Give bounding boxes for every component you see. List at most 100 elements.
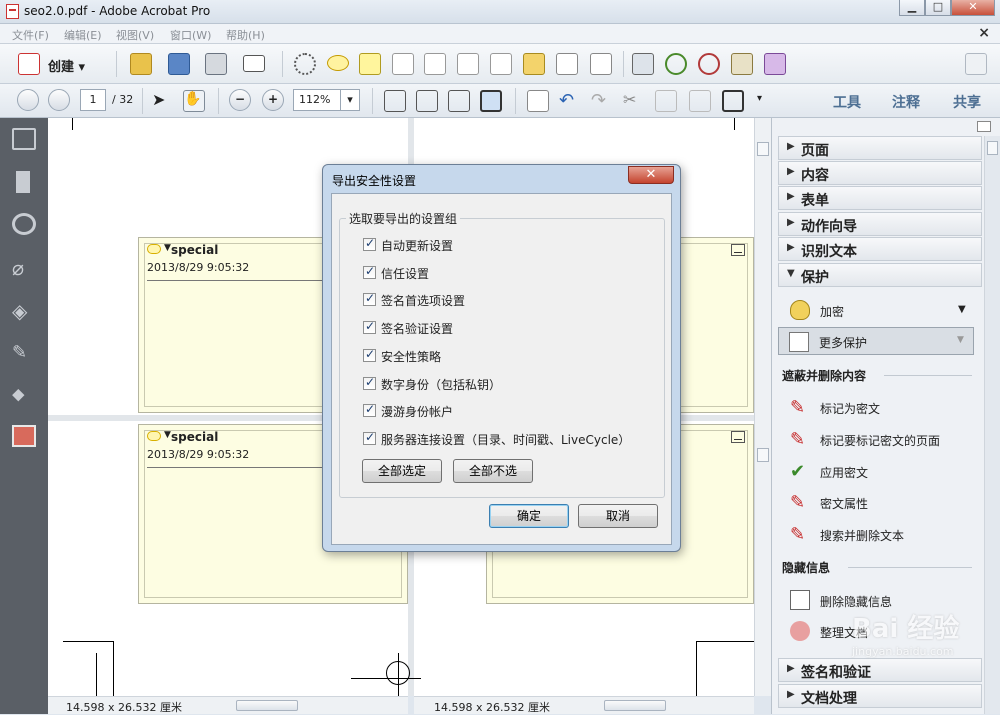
- two-up-icon[interactable]: [448, 90, 470, 112]
- section-recognize-text[interactable]: ▶ 识别文本: [778, 237, 982, 261]
- scroll-thumb[interactable]: [757, 448, 769, 462]
- scroll-thumb[interactable]: [604, 700, 666, 711]
- typewriter-icon[interactable]: [527, 90, 549, 112]
- page-number-input[interactable]: 1: [80, 89, 106, 111]
- tags-icon[interactable]: ⬥: [12, 384, 36, 406]
- signatures-icon[interactable]: [12, 213, 36, 235]
- email-icon[interactable]: [243, 55, 265, 72]
- toolbar-separator: [623, 51, 624, 77]
- checkbox-icon: [363, 375, 376, 390]
- edit-icon[interactable]: ✎: [12, 342, 36, 364]
- security-document-icon[interactable]: [12, 425, 36, 447]
- more-protection-item[interactable]: 更多保护 ▼: [778, 327, 974, 355]
- undo-icon[interactable]: ↶: [559, 90, 581, 112]
- section-document-processing[interactable]: ▶ 文档处理: [778, 684, 982, 708]
- form-field-icon[interactable]: [632, 53, 654, 75]
- cancel-button[interactable]: 取消: [578, 504, 658, 528]
- menu-help[interactable]: 帮助(H): [226, 27, 265, 43]
- split-icon[interactable]: [556, 53, 578, 75]
- redact-group-title: 遮蔽并删除内容: [782, 369, 867, 383]
- print-icon[interactable]: [205, 53, 227, 75]
- panel-menu-icon[interactable]: [977, 121, 991, 132]
- cut-icon[interactable]: ✂: [623, 90, 645, 112]
- toolbar-overflow-icon[interactable]: ▾: [757, 93, 762, 104]
- maximize-button[interactable]: □: [925, 0, 951, 16]
- snapshot-icon[interactable]: [722, 90, 744, 112]
- minimize-note-icon[interactable]: [731, 431, 745, 443]
- group-divider: [884, 375, 972, 376]
- remove-hidden-icon: [790, 590, 810, 610]
- scroll-thumb[interactable]: [757, 142, 769, 156]
- vertical-scrollbar[interactable]: [754, 118, 771, 696]
- insert-page-icon[interactable]: [424, 53, 446, 75]
- scroll-thumb[interactable]: [987, 141, 998, 155]
- horizontal-scrollbar[interactable]: 14.598 x 26.532 厘米: [48, 696, 408, 714]
- minimize-button[interactable]: ▁: [899, 0, 925, 16]
- close-window-button[interactable]: ✕: [951, 0, 995, 16]
- attachments-icon[interactable]: ⌀: [12, 256, 36, 280]
- layers-icon[interactable]: ◈: [12, 299, 36, 323]
- create-button[interactable]: 创建 ▾: [16, 51, 102, 77]
- previous-page-button[interactable]: [17, 89, 39, 111]
- zoom-out-button[interactable]: −: [229, 89, 251, 111]
- close-document-button[interactable]: ×: [978, 25, 990, 41]
- page-options-icon[interactable]: [590, 53, 612, 75]
- unlink-icon[interactable]: [698, 53, 720, 75]
- zoom-in-button[interactable]: +: [262, 89, 284, 111]
- next-page-button[interactable]: [48, 89, 70, 111]
- tools-link[interactable]: 工具: [833, 92, 861, 112]
- replace-page-icon[interactable]: [490, 53, 512, 75]
- full-screen-icon[interactable]: [480, 90, 502, 112]
- section-forms[interactable]: ▶ 表单: [778, 186, 982, 210]
- link-icon[interactable]: [665, 53, 687, 75]
- remove-page-icon[interactable]: [392, 53, 414, 75]
- menu-view[interactable]: 视图(V): [116, 27, 154, 43]
- ok-button[interactable]: 确定: [489, 504, 569, 528]
- chevron-down-icon[interactable]: ▼: [164, 430, 171, 440]
- stamp-icon[interactable]: [731, 53, 753, 75]
- section-protection[interactable]: ▼ 保护: [778, 263, 982, 287]
- share-link[interactable]: 共享: [953, 92, 981, 112]
- highlight-icon[interactable]: [359, 53, 381, 75]
- scroll-thumb[interactable]: [236, 700, 298, 711]
- paste-icon[interactable]: [689, 90, 711, 112]
- select-all-button[interactable]: 全部选定: [362, 459, 442, 483]
- page-thumbnails-icon[interactable]: [12, 128, 36, 150]
- expand-icon[interactable]: [965, 53, 987, 75]
- section-pages[interactable]: ▶ 页面: [778, 136, 982, 160]
- extract-page-icon[interactable]: [457, 53, 479, 75]
- section-sign-certify[interactable]: ▶ 签名和验证: [778, 658, 982, 682]
- section-content[interactable]: ▶ 内容: [778, 161, 982, 185]
- zoom-dropdown-button[interactable]: ▾: [340, 89, 360, 111]
- dialog-close-button[interactable]: ✕: [628, 166, 674, 184]
- fit-page-icon[interactable]: [416, 90, 438, 112]
- horizontal-scrollbar[interactable]: 14.598 x 26.532 厘米: [414, 696, 754, 714]
- open-folder-icon[interactable]: [130, 53, 152, 75]
- copy-icon[interactable]: [655, 90, 677, 112]
- toolbar-separator: [282, 51, 283, 77]
- combine-files-icon[interactable]: [523, 53, 545, 75]
- select-cursor-icon[interactable]: ➤: [152, 90, 174, 112]
- comment-bubble-icon[interactable]: [327, 55, 349, 71]
- checkbox-icon: [363, 236, 376, 251]
- select-none-button[interactable]: 全部不选: [453, 459, 533, 483]
- menu-file[interactable]: 文件(F): [12, 27, 49, 43]
- redo-icon[interactable]: ↷: [591, 90, 613, 112]
- hand-tool-icon[interactable]: ✋: [183, 90, 205, 112]
- zoom-level-input[interactable]: 112%: [293, 89, 341, 111]
- menu-edit[interactable]: 编辑(E): [64, 27, 102, 43]
- bookmarks-icon[interactable]: [16, 171, 30, 193]
- gear-icon[interactable]: [294, 53, 316, 75]
- checkbox-icon: [363, 264, 376, 279]
- shield-icon: [790, 300, 810, 320]
- section-action-wizard[interactable]: ▶ 动作向导: [778, 212, 982, 236]
- minimize-note-icon[interactable]: [731, 244, 745, 256]
- color-icon[interactable]: [764, 53, 786, 75]
- title-bar: seo2.0.pdf - Adobe Acrobat Pro ▁ □ ✕: [0, 0, 1000, 24]
- chevron-down-icon[interactable]: ▼: [164, 243, 171, 253]
- menu-window[interactable]: 窗口(W): [170, 27, 211, 43]
- crop-mark: [398, 653, 399, 696]
- comment-link[interactable]: 注释: [892, 92, 920, 112]
- fit-width-icon[interactable]: [384, 90, 406, 112]
- save-icon[interactable]: [168, 53, 190, 75]
